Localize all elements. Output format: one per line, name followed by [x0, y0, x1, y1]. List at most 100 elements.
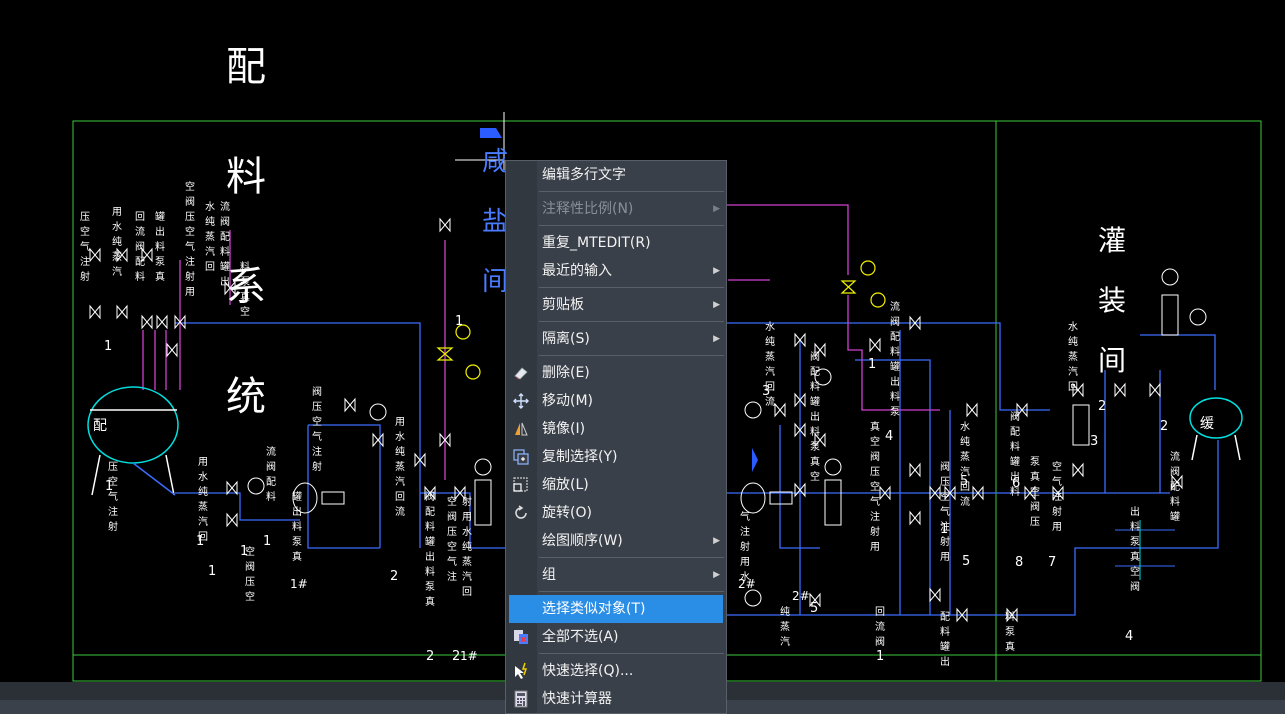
svg-text:料: 料 — [425, 520, 435, 533]
menu-item-14[interactable]: 组 ▶ — [506, 561, 726, 589]
svg-text:4: 4 — [1125, 629, 1133, 644]
svg-text:压: 压 — [80, 211, 90, 223]
menu-item-10-y[interactable]: 复制选择(Y) — [506, 443, 726, 471]
svg-text:纯: 纯 — [1068, 335, 1078, 348]
menu-item-5[interactable]: 剪贴板 ▶ — [506, 291, 726, 319]
svg-text:压: 压 — [312, 401, 322, 413]
menu-item-3-mtedit-r[interactable]: 重复_MTEDIT(R) — [506, 229, 726, 257]
svg-text:罐: 罐 — [1010, 455, 1020, 468]
svg-text:纯: 纯 — [395, 445, 405, 458]
menu-item-8-m[interactable]: 移动(M) — [506, 387, 726, 415]
svg-text:泵: 泵 — [155, 256, 165, 268]
svg-text:阀: 阀 — [266, 460, 276, 473]
svg-text:气: 气 — [940, 505, 950, 518]
menu-item-13-w[interactable]: 绘图顺序(W) ▶ — [506, 527, 726, 555]
svg-text:出: 出 — [1130, 505, 1140, 518]
svg-text:回: 回 — [395, 491, 405, 503]
menu-item-label: 快速选择(Q)... — [542, 663, 634, 679]
svg-text:压: 压 — [940, 476, 950, 488]
svg-text:气: 气 — [312, 430, 322, 443]
svg-text:4: 4 — [885, 429, 893, 444]
svg-text:射: 射 — [108, 521, 118, 533]
svg-text:空: 空 — [1130, 565, 1140, 578]
svg-text:空: 空 — [940, 490, 950, 503]
rotate-icon — [512, 504, 530, 522]
quick-select-icon — [512, 662, 530, 680]
menu-item-4[interactable]: 最近的输入 ▶ — [506, 257, 726, 285]
svg-text:水: 水 — [112, 221, 122, 233]
menu-item-9-i[interactable]: 镜像(I) — [506, 415, 726, 443]
menu-item-18[interactable]: 快速计算器 — [506, 685, 726, 713]
svg-text:用: 用 — [185, 287, 195, 298]
svg-text:蒸: 蒸 — [205, 231, 215, 243]
svg-text:流: 流 — [890, 300, 900, 313]
svg-text:真: 真 — [292, 550, 302, 563]
eraser-icon — [512, 364, 530, 382]
svg-text:1: 1 — [940, 522, 948, 537]
move-icon — [512, 392, 530, 410]
svg-text:泵: 泵 — [890, 406, 900, 418]
svg-text:泵: 泵 — [810, 441, 820, 453]
svg-text:气: 气 — [80, 240, 90, 253]
menu-item-17-q[interactable]: 快速选择(Q)... — [506, 657, 726, 685]
svg-text:射: 射 — [185, 271, 195, 283]
svg-text:用: 用 — [740, 557, 750, 568]
svg-text:蒸: 蒸 — [780, 621, 790, 633]
svg-text:纯: 纯 — [198, 485, 208, 498]
svg-text:料: 料 — [135, 270, 145, 283]
svg-text:7: 7 — [1048, 555, 1056, 570]
svg-text:气: 气 — [1052, 475, 1062, 488]
svg-text:罐: 罐 — [810, 395, 820, 408]
menu-item-16-a[interactable]: 全部不选(A) — [506, 623, 726, 651]
menu-item-7-e[interactable]: 删除(E) — [506, 359, 726, 387]
menu-item-6-s[interactable]: 隔离(S) ▶ — [506, 325, 726, 353]
svg-text:阀: 阀 — [890, 315, 900, 328]
svg-text:注: 注 — [447, 570, 457, 583]
svg-text:5: 5 — [962, 554, 970, 569]
svg-text:灌: 灌 — [1098, 224, 1126, 257]
svg-text:料: 料 — [1005, 610, 1015, 623]
svg-text:配: 配 — [810, 366, 820, 378]
svg-text:出: 出 — [425, 550, 435, 563]
svg-text:出: 出 — [155, 225, 165, 238]
menu-item-12-o[interactable]: 旋转(O) — [506, 499, 726, 527]
svg-text:配: 配 — [135, 256, 145, 268]
svg-text:流: 流 — [1170, 450, 1180, 463]
svg-text:1: 1 — [263, 534, 271, 549]
svg-text:水: 水 — [198, 471, 208, 483]
menu-item-2-n[interactable]: 注释性比例(N) ▶ — [506, 195, 726, 223]
menu-item-11-l[interactable]: 缩放(L) — [506, 471, 726, 499]
svg-text:空: 空 — [312, 415, 322, 428]
submenu-arrow-icon: ▶ — [713, 570, 720, 580]
menu-item-label: 选择类似对象(T) — [542, 601, 646, 617]
menu-item-15-t[interactable]: 选择类似对象(T) — [509, 595, 723, 623]
submenu-arrow-icon: ▶ — [713, 266, 720, 276]
svg-text:真: 真 — [1030, 470, 1040, 483]
svg-text:出: 出 — [940, 655, 950, 668]
svg-text:纯: 纯 — [112, 235, 122, 248]
tank-label-right: 缓 — [1200, 416, 1214, 432]
svg-text:空: 空 — [245, 590, 255, 603]
svg-text:阀: 阀 — [185, 195, 195, 208]
tank-label-left: 配 — [93, 418, 107, 434]
mirror-icon — [512, 420, 530, 438]
svg-text:注: 注 — [740, 525, 750, 538]
svg-text:压: 压 — [447, 526, 457, 538]
svg-text:纯: 纯 — [960, 435, 970, 448]
svg-text:料: 料 — [890, 345, 900, 358]
svg-text:注: 注 — [1052, 490, 1062, 503]
menu-item-1[interactable]: 编辑多行文字 — [506, 161, 726, 189]
svg-text:纯: 纯 — [765, 335, 775, 348]
svg-text:射: 射 — [80, 271, 90, 283]
svg-text:真: 真 — [1130, 550, 1140, 563]
svg-text:射: 射 — [312, 461, 322, 473]
svg-text:汽: 汽 — [198, 515, 208, 528]
svg-text:阀: 阀 — [312, 385, 322, 398]
svg-text:射: 射 — [740, 541, 750, 553]
svg-text:射: 射 — [462, 496, 472, 508]
pump-label-4: 2# — [792, 589, 810, 603]
menu-item-label: 重复_MTEDIT(R) — [542, 235, 651, 251]
svg-text:1: 1 — [455, 314, 463, 329]
submenu-arrow-icon: ▶ — [713, 204, 720, 214]
svg-text:配: 配 — [890, 331, 900, 343]
